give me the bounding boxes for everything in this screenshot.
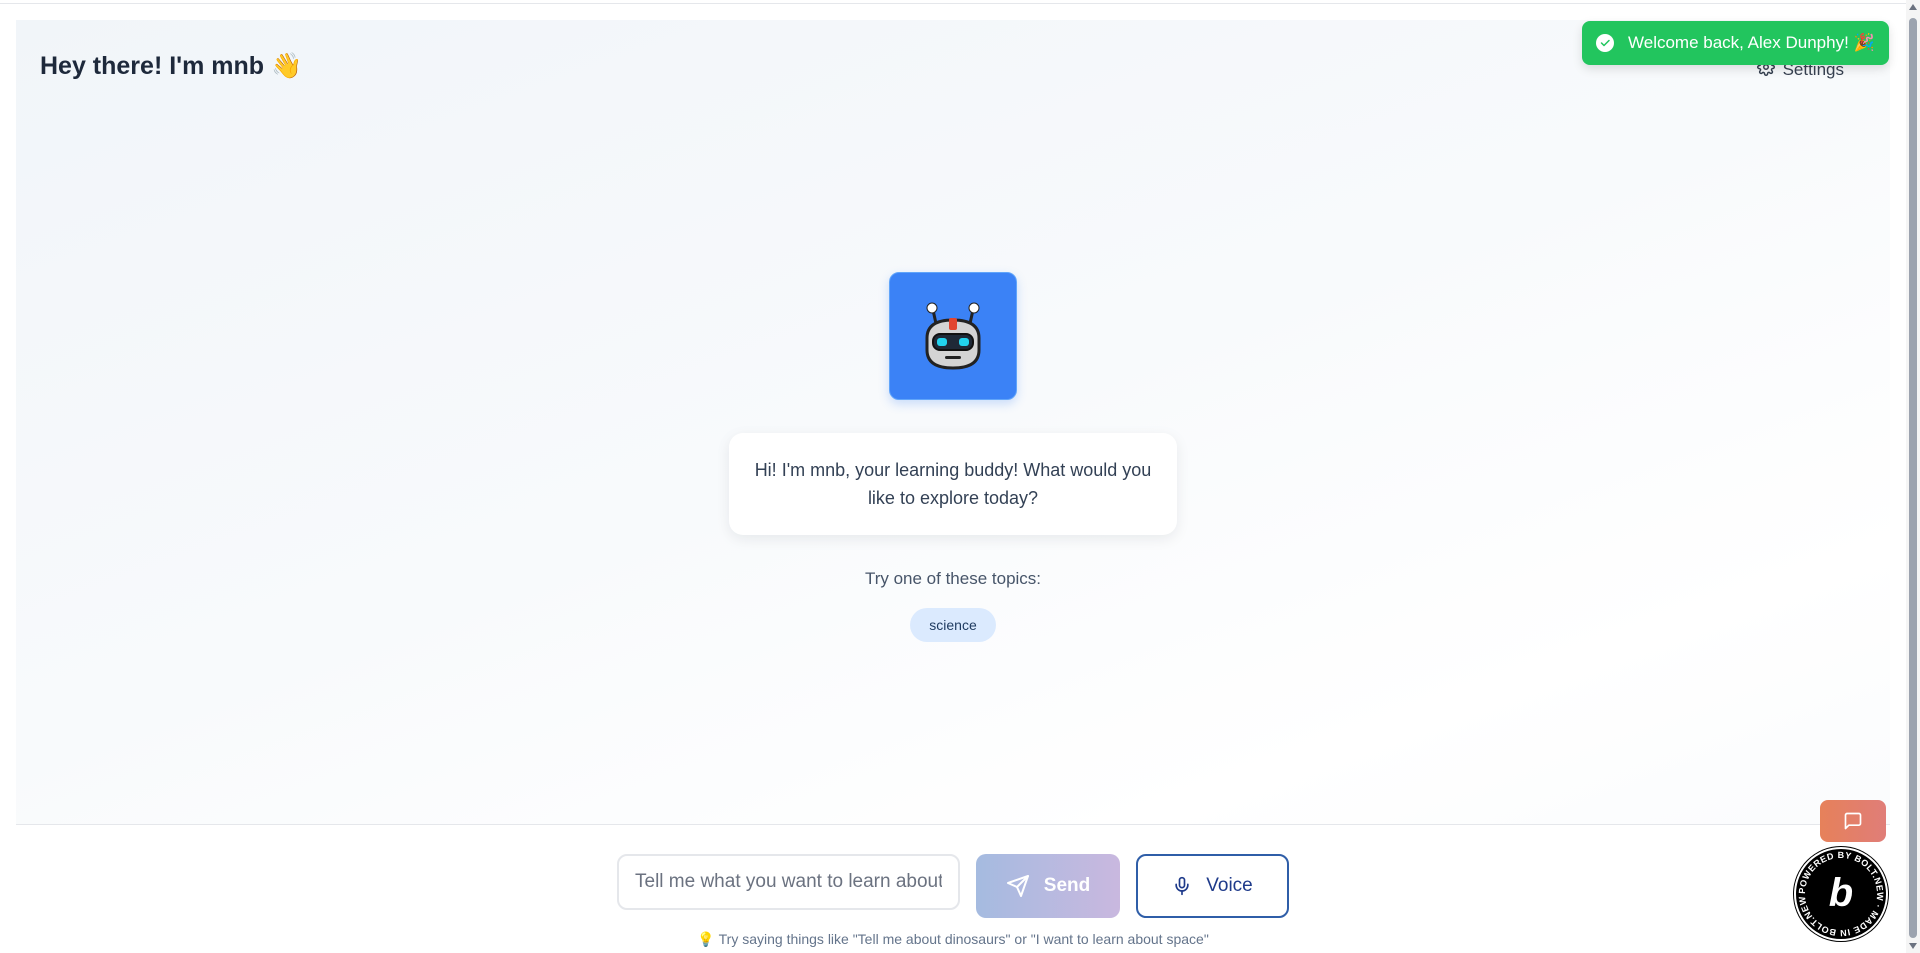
app-container: Hey there! I'm mnb 👋 Settings Hi! I'm mn… xyxy=(16,20,1890,953)
send-button[interactable]: Send xyxy=(976,854,1120,918)
scroll-up-icon[interactable] xyxy=(1909,4,1917,10)
toast-message: Welcome back, Alex Dunphy! 🎉 xyxy=(1628,33,1875,52)
vertical-scrollbar[interactable] xyxy=(1906,0,1920,953)
message-input[interactable] xyxy=(617,854,960,910)
assistant-greeting-text: Hi! I'm mnb, your learning buddy! What w… xyxy=(754,460,1152,508)
robot-icon xyxy=(925,302,981,370)
composer-tip-text: Try saying things like "Tell me about di… xyxy=(718,931,1209,947)
composer-tip: 💡 Try saying things like "Tell me about d… xyxy=(16,931,1890,948)
voice-button[interactable]: Voice xyxy=(1136,854,1289,918)
lightbulb-icon: 💡 xyxy=(697,931,715,947)
bolt-logo-icon: POWERED BY BOLT.NEW · MADE IN BOLT.NEW ·… xyxy=(1791,838,1888,941)
welcome-toast: Welcome back, Alex Dunphy! 🎉 xyxy=(1582,21,1889,65)
topics-label: Try one of these topics: xyxy=(864,569,1042,588)
chat-icon xyxy=(1844,812,1862,830)
topic-chip-science[interactable]: science xyxy=(910,608,996,642)
chat-button[interactable] xyxy=(1820,800,1886,842)
composer-footer: Send Voice 💡Try saying things like "Tell… xyxy=(16,824,1890,953)
check-icon xyxy=(1596,34,1614,52)
microphone-icon xyxy=(1175,876,1189,896)
assistant-greeting-bubble: Hi! I'm mnb, your learning buddy! What w… xyxy=(729,433,1177,535)
page-title: Hey there! I'm mnb 👋 xyxy=(40,52,303,80)
send-label: Send xyxy=(1043,875,1091,896)
bolt-badge[interactable]: POWERED BY BOLT.NEW · MADE IN BOLT.NEW ·… xyxy=(1791,838,1889,942)
scroll-down-icon[interactable] xyxy=(1909,943,1917,949)
badge-letter: b xyxy=(1829,871,1853,915)
window-top-border xyxy=(0,0,1906,4)
send-icon xyxy=(1006,875,1029,897)
scroll-thumb[interactable] xyxy=(1909,18,1917,938)
voice-label: Voice xyxy=(1206,875,1253,896)
assistant-avatar xyxy=(889,272,1017,400)
